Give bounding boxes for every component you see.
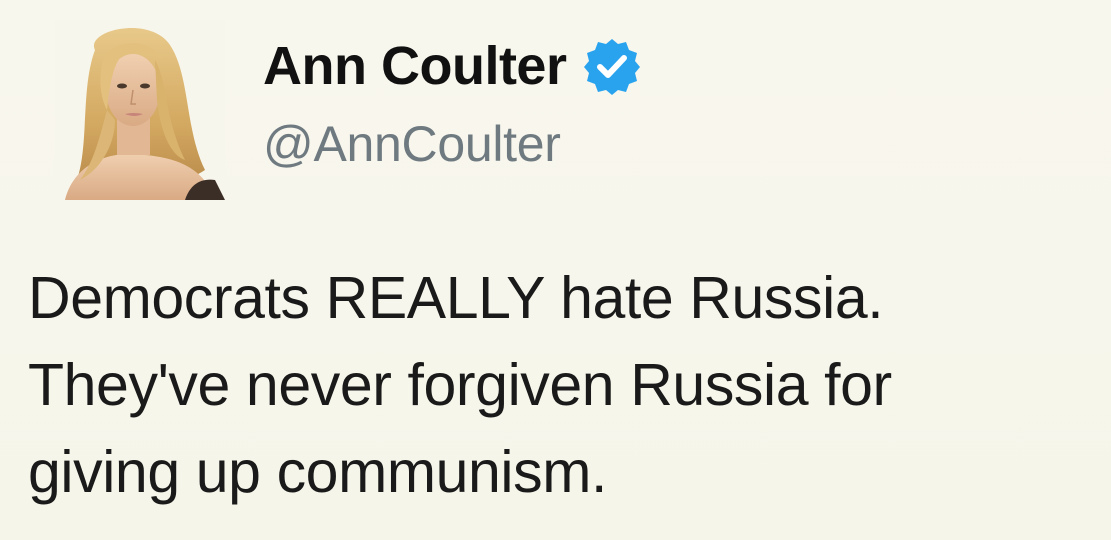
tweet-body: Democrats REALLY hate Russia. They've ne… [28,255,1103,516]
author-row: Ann Coulter [263,30,642,102]
tweet-text-line: They've never forgiven Russia for [28,352,892,418]
profile-avatar[interactable] [55,20,225,200]
tweet-text-line: Democrats REALLY hate Russia. [28,265,884,331]
avatar-image [55,20,225,200]
display-name[interactable]: Ann Coulter [263,35,567,97]
tweet-card: Ann Coulter @AnnCoulter Democrats REALLY… [0,0,1111,540]
verified-badge-icon [582,36,642,96]
tweet-text-line: giving up communism. [28,439,607,505]
user-handle[interactable]: @AnnCoulter [263,115,561,173]
